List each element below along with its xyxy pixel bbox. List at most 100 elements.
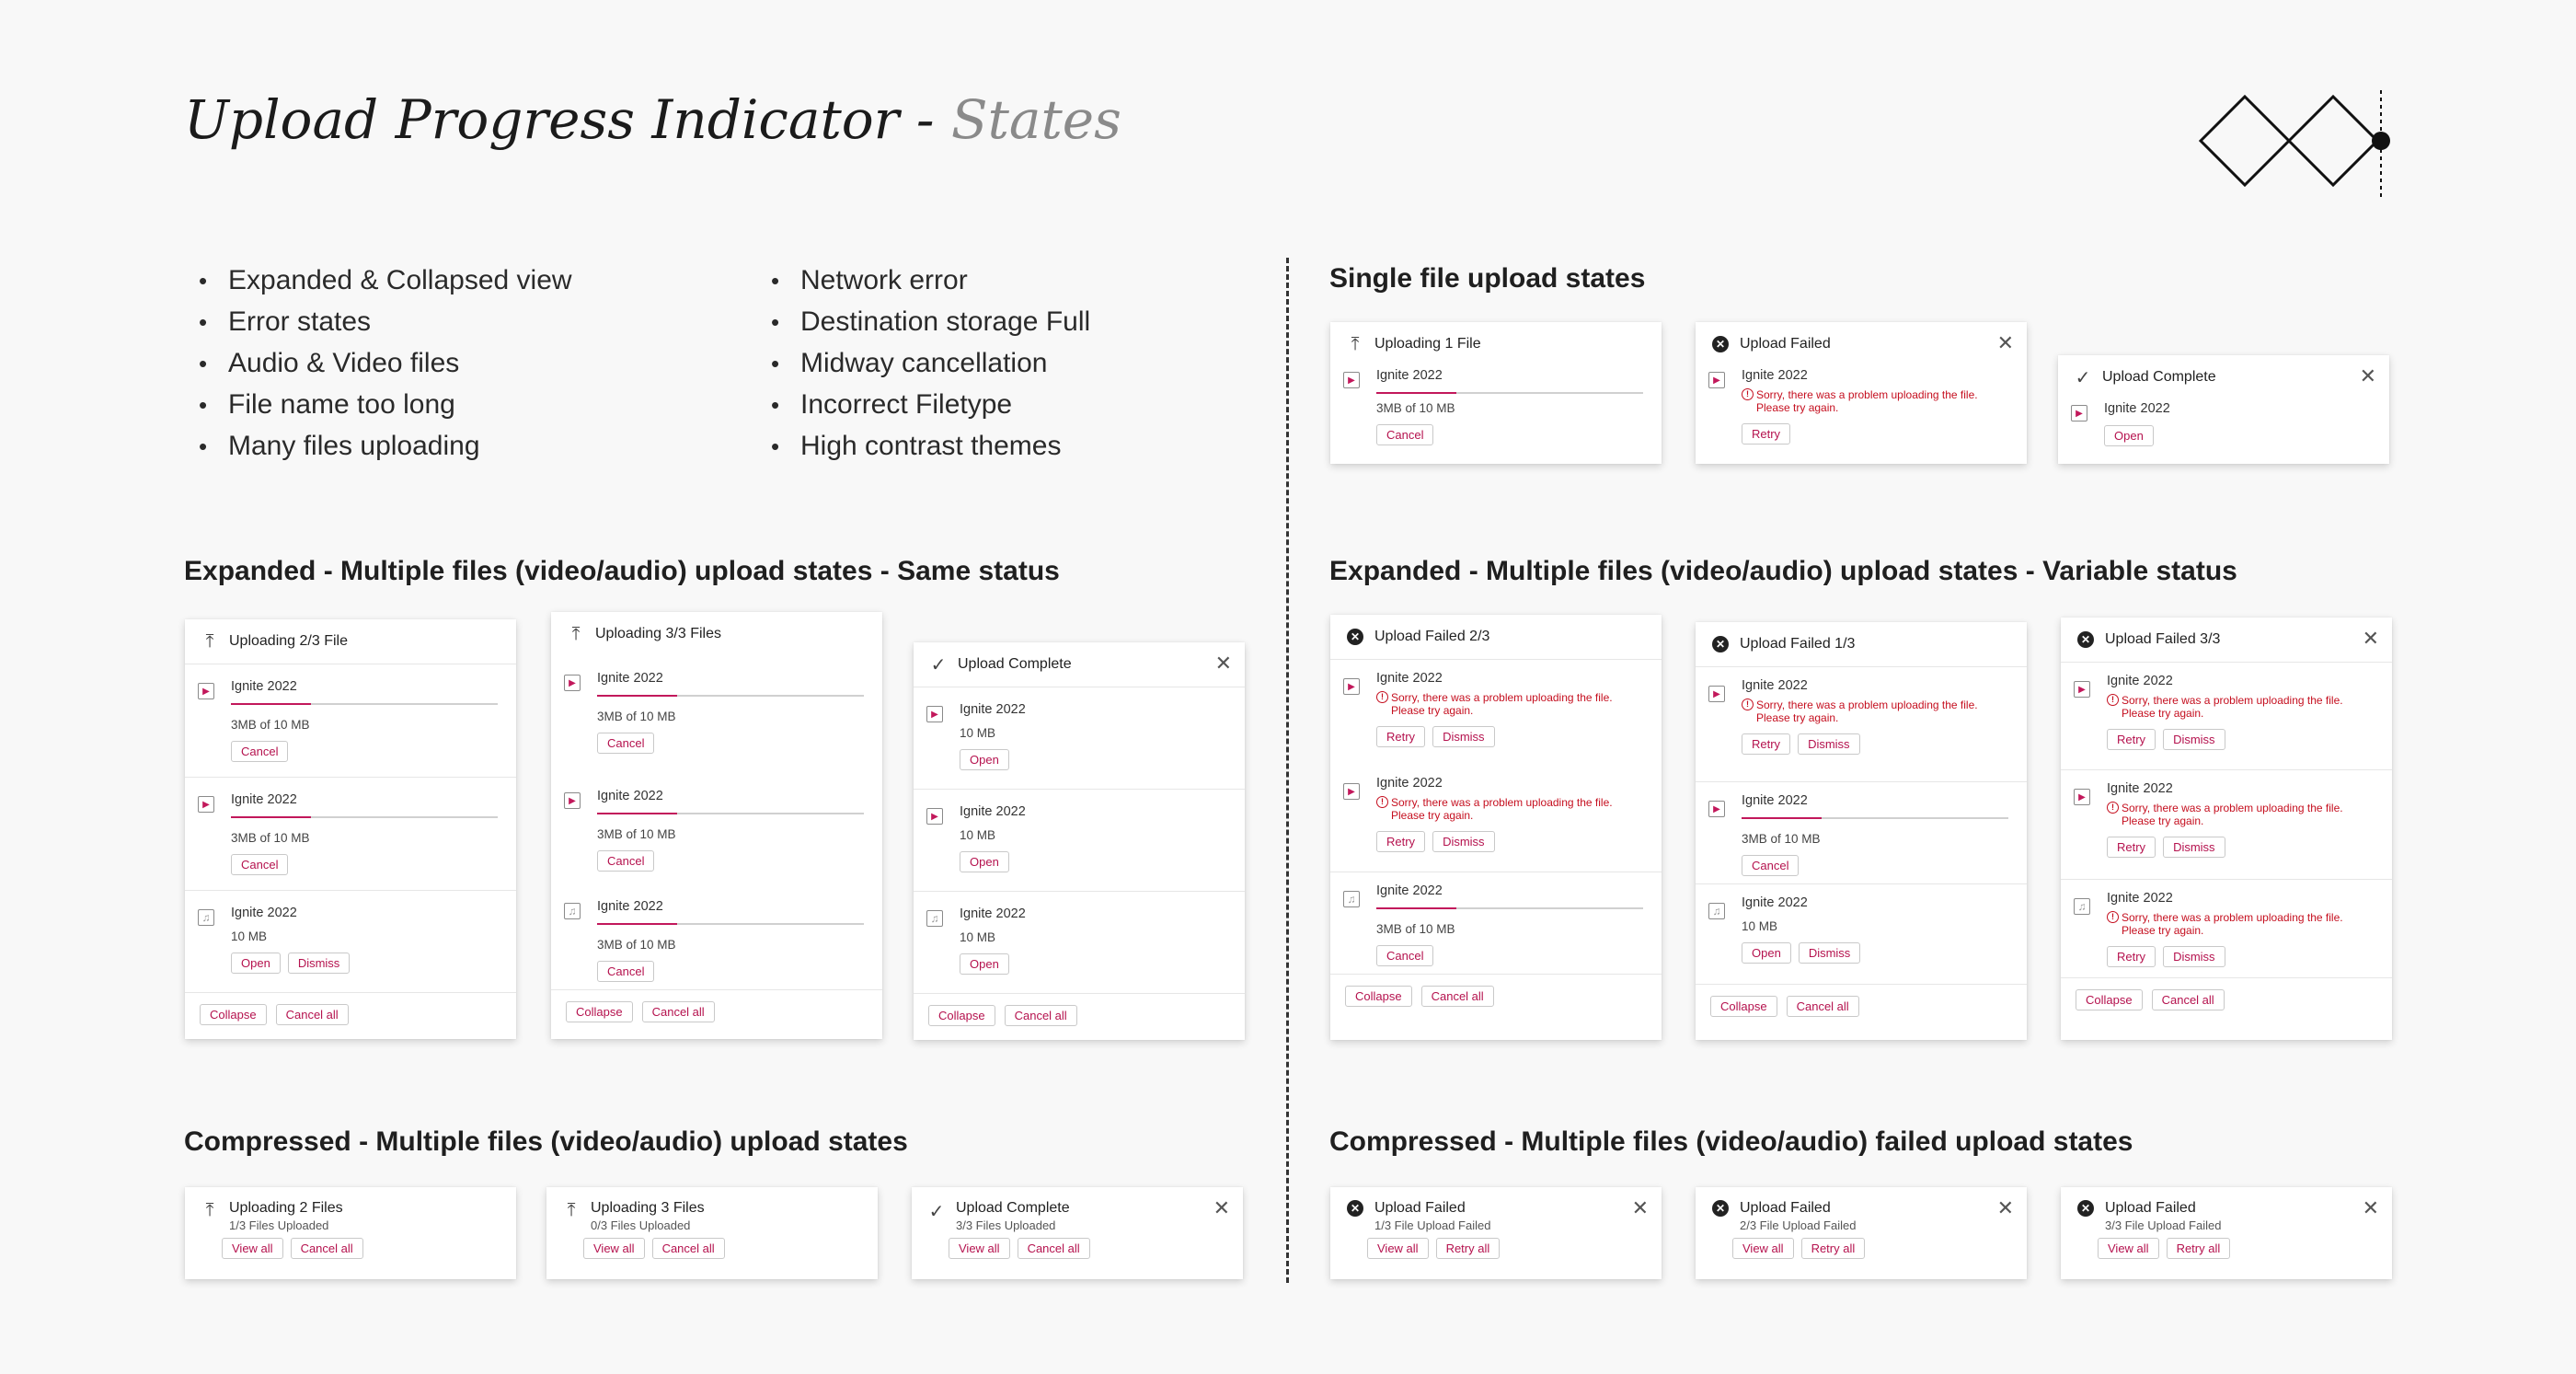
close-icon[interactable]: ✕ — [1997, 333, 2014, 353]
close-icon[interactable]: ✕ — [2363, 629, 2379, 649]
close-icon[interactable]: ✕ — [1632, 1198, 1649, 1218]
open-button[interactable]: Open — [231, 953, 281, 974]
error-message: Sorry, there was a problem uploading the… — [1376, 796, 1643, 822]
file-size: 10 MB — [1742, 919, 1778, 933]
collapse-button[interactable]: Collapse — [200, 1004, 267, 1025]
retry-button[interactable]: Retry — [2107, 946, 2156, 967]
view-all-button[interactable]: View all — [222, 1238, 283, 1259]
cancel-button[interactable]: Cancel — [1376, 424, 1434, 445]
file-item: ▶ Ignite 2022 Open — [2058, 401, 2389, 459]
file-item: ▶ Ignite 2022 3MB of 10 MB Cancel — [551, 656, 882, 774]
open-button[interactable]: Open — [2104, 425, 2154, 446]
video-file-icon: ▶ — [1708, 801, 1725, 817]
single-upload-card-complete: ✓ Upload Complete ✕ ▶ Ignite 2022 Open — [2058, 355, 2389, 464]
collapse-button[interactable]: Collapse — [928, 1005, 995, 1026]
cancel-button[interactable]: Cancel — [231, 741, 289, 762]
video-file-icon: ▶ — [2074, 681, 2090, 698]
card-footer: Collapse Cancel all — [914, 993, 1245, 1037]
section-heading-compressed-failed: Compressed - Multiple files (video/audio… — [1329, 1126, 2133, 1157]
cancel-all-button[interactable]: Cancel all — [290, 1238, 363, 1259]
cancel-button[interactable]: Cancel — [597, 733, 655, 754]
section-heading-compressed: Compressed - Multiple files (video/audio… — [184, 1126, 908, 1157]
view-all-button[interactable]: View all — [1367, 1238, 1429, 1259]
file-size: 3MB of 10 MB — [597, 710, 676, 723]
progress-fill — [597, 813, 677, 814]
progress-bar — [1376, 907, 1643, 909]
cancel-all-button[interactable]: Cancel all — [1786, 996, 1859, 1017]
card-footer: Collapse Cancel all — [1696, 984, 2027, 1028]
view-all-button[interactable]: View all — [1732, 1238, 1794, 1259]
close-icon[interactable]: ✕ — [1213, 1198, 1230, 1218]
video-file-icon: ▶ — [926, 808, 943, 825]
failed-icon: ✕ — [1345, 629, 1365, 645]
dismiss-button[interactable]: Dismiss — [287, 953, 351, 974]
collapse-button[interactable]: Collapse — [1345, 986, 1412, 1007]
cancel-button[interactable]: Cancel — [597, 961, 655, 982]
collapse-button[interactable]: Collapse — [566, 1001, 633, 1022]
file-item: ♫ Ignite 2022 10 MB Open Dismiss — [185, 890, 516, 992]
card-header: ✕ Upload Failed 3/3 ✕ — [2061, 618, 2392, 662]
dismiss-button[interactable]: Dismiss — [1432, 831, 1495, 852]
cancel-all-button[interactable]: Cancel all — [1004, 1005, 1077, 1026]
error-message: Sorry, there was a problem uploading the… — [2107, 911, 2374, 937]
progress-fill — [231, 816, 311, 818]
cancel-all-button[interactable]: Cancel all — [2151, 989, 2225, 1010]
cancel-button[interactable]: Cancel — [231, 854, 289, 875]
retry-all-button[interactable]: Retry all — [1435, 1238, 1501, 1259]
view-all-button[interactable]: View all — [583, 1238, 645, 1259]
close-icon[interactable]: ✕ — [1997, 1198, 2014, 1218]
retry-all-button[interactable]: Retry all — [2166, 1238, 2231, 1259]
upload-icon: ⤒ — [1351, 333, 1360, 354]
file-size: 3MB of 10 MB — [231, 718, 310, 732]
cancel-all-button[interactable]: Cancel all — [651, 1238, 725, 1259]
retry-button[interactable]: Retry — [1376, 831, 1426, 852]
cancel-all-button[interactable]: Cancel all — [1420, 986, 1494, 1007]
card-footer: Collapse Cancel all — [1330, 974, 1662, 1018]
section-heading-single: Single file upload states — [1329, 263, 1646, 294]
close-icon[interactable]: ✕ — [1215, 653, 1232, 674]
open-button[interactable]: Open — [960, 749, 1009, 770]
card-header: ⤒ Uploading 1 File — [1330, 322, 1662, 366]
upload-status: 1/3 Files Uploaded — [229, 1218, 329, 1232]
file-size: 3MB of 10 MB — [231, 831, 310, 845]
retry-button[interactable]: Retry — [1742, 423, 1791, 445]
cancel-button[interactable]: Cancel — [597, 850, 655, 872]
progress-bar — [1376, 392, 1643, 394]
dismiss-button[interactable]: Dismiss — [1432, 726, 1495, 747]
dismiss-button[interactable]: Dismiss — [1798, 733, 1860, 755]
dismiss-button[interactable]: Dismiss — [2163, 729, 2225, 750]
open-button[interactable]: Open — [960, 851, 1009, 872]
dismiss-button[interactable]: Dismiss — [2163, 837, 2225, 858]
view-all-button[interactable]: View all — [949, 1238, 1010, 1259]
card-title: Upload Complete — [958, 656, 1072, 672]
retry-button[interactable]: Retry — [1376, 726, 1426, 747]
collapse-button[interactable]: Collapse — [1710, 996, 1777, 1017]
file-item: ▶ Ignite 2022 3MB of 10 MB Cancel — [185, 664, 516, 777]
cancel-all-button[interactable]: Cancel all — [1017, 1238, 1090, 1259]
cancel-all-button[interactable]: Cancel all — [641, 1001, 715, 1022]
retry-button[interactable]: Retry — [2107, 729, 2156, 750]
video-file-icon: ▶ — [1708, 372, 1725, 388]
cancel-button[interactable]: Cancel — [1742, 855, 1800, 876]
close-icon[interactable]: ✕ — [2363, 1198, 2379, 1218]
video-file-icon: ▶ — [1708, 686, 1725, 702]
dismiss-button[interactable]: Dismiss — [1798, 942, 1861, 964]
cancel-all-button[interactable]: Cancel all — [275, 1004, 349, 1025]
close-icon[interactable]: ✕ — [2360, 366, 2376, 387]
open-button[interactable]: Open — [960, 953, 1009, 975]
feature-list-left: Expanded & Collapsed view Error states A… — [228, 260, 572, 467]
retry-button[interactable]: Retry — [1742, 733, 1791, 755]
collapse-button[interactable]: Collapse — [2076, 989, 2143, 1010]
open-button[interactable]: Open — [1742, 942, 1791, 964]
section-heading-expanded-variable: Expanded - Multiple files (video/audio) … — [1329, 556, 2237, 586]
file-item: ▶ Ignite 2022 Sorry, there was a problem… — [1696, 368, 2027, 457]
retry-all-button[interactable]: Retry all — [1800, 1238, 1866, 1259]
card-footer: Collapse Cancel all — [185, 992, 516, 1036]
file-size: 3MB of 10 MB — [597, 938, 676, 952]
view-all-button[interactable]: View all — [2098, 1238, 2159, 1259]
dismiss-button[interactable]: Dismiss — [2163, 946, 2225, 967]
expanded-card-failed-2-3: ✕ Upload Failed 2/3 ▶ Ignite 2022 Sorry,… — [1330, 615, 1662, 1040]
file-name: Ignite 2022 — [1376, 671, 1443, 686]
cancel-button[interactable]: Cancel — [1376, 945, 1434, 966]
retry-button[interactable]: Retry — [2107, 837, 2156, 858]
